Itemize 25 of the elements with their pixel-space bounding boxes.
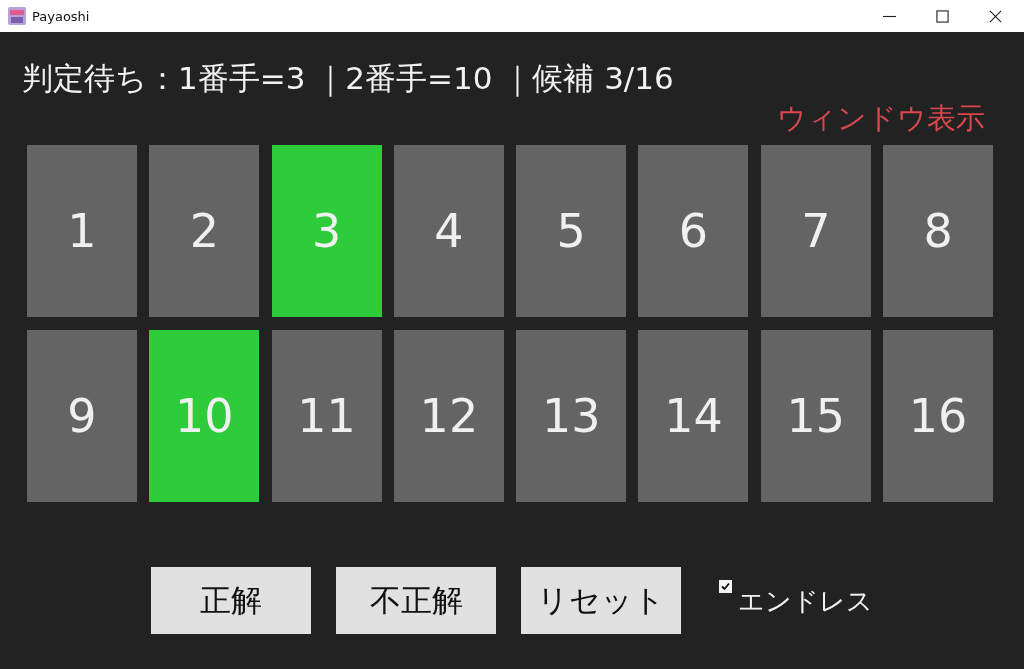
number-tile[interactable]: 16 <box>883 330 994 502</box>
action-button[interactable]: 不正解 <box>336 567 496 634</box>
window-title: Payaoshi <box>32 8 90 24</box>
number-tile[interactable]: 6 <box>638 145 749 317</box>
number-tile[interactable]: 1 <box>27 145 137 317</box>
action-button[interactable]: リセット <box>521 567 681 634</box>
close-icon[interactable] <box>989 9 1002 23</box>
number-tile[interactable]: 4 <box>393 145 504 317</box>
number-tile[interactable]: 12 <box>393 330 504 502</box>
number-tile[interactable]: 9 <box>27 330 137 502</box>
app-icon <box>8 7 26 25</box>
action-button[interactable]: 正解 <box>151 567 311 634</box>
number-tile[interactable]: 14 <box>638 330 749 502</box>
number-tile[interactable]: 7 <box>760 145 871 317</box>
number-tile[interactable]: 2 <box>149 145 260 317</box>
number-tile[interactable]: 5 <box>516 145 627 317</box>
number-tile[interactable]: 13 <box>516 330 627 502</box>
maximize-icon[interactable] <box>936 9 949 23</box>
status-text: 判定待ち：1番手=3 ｜2番手=10 ｜候補 3/16 <box>22 59 675 99</box>
number-tile[interactable]: 15 <box>760 330 871 502</box>
window-link[interactable]: ウィンドウ表示 <box>777 100 985 136</box>
number-tile[interactable]: 8 <box>883 145 994 317</box>
number-tile[interactable]: 11 <box>271 330 382 502</box>
checkbox[interactable] <box>719 580 732 593</box>
checkbox-label[interactable]: エンドレス <box>738 584 873 619</box>
